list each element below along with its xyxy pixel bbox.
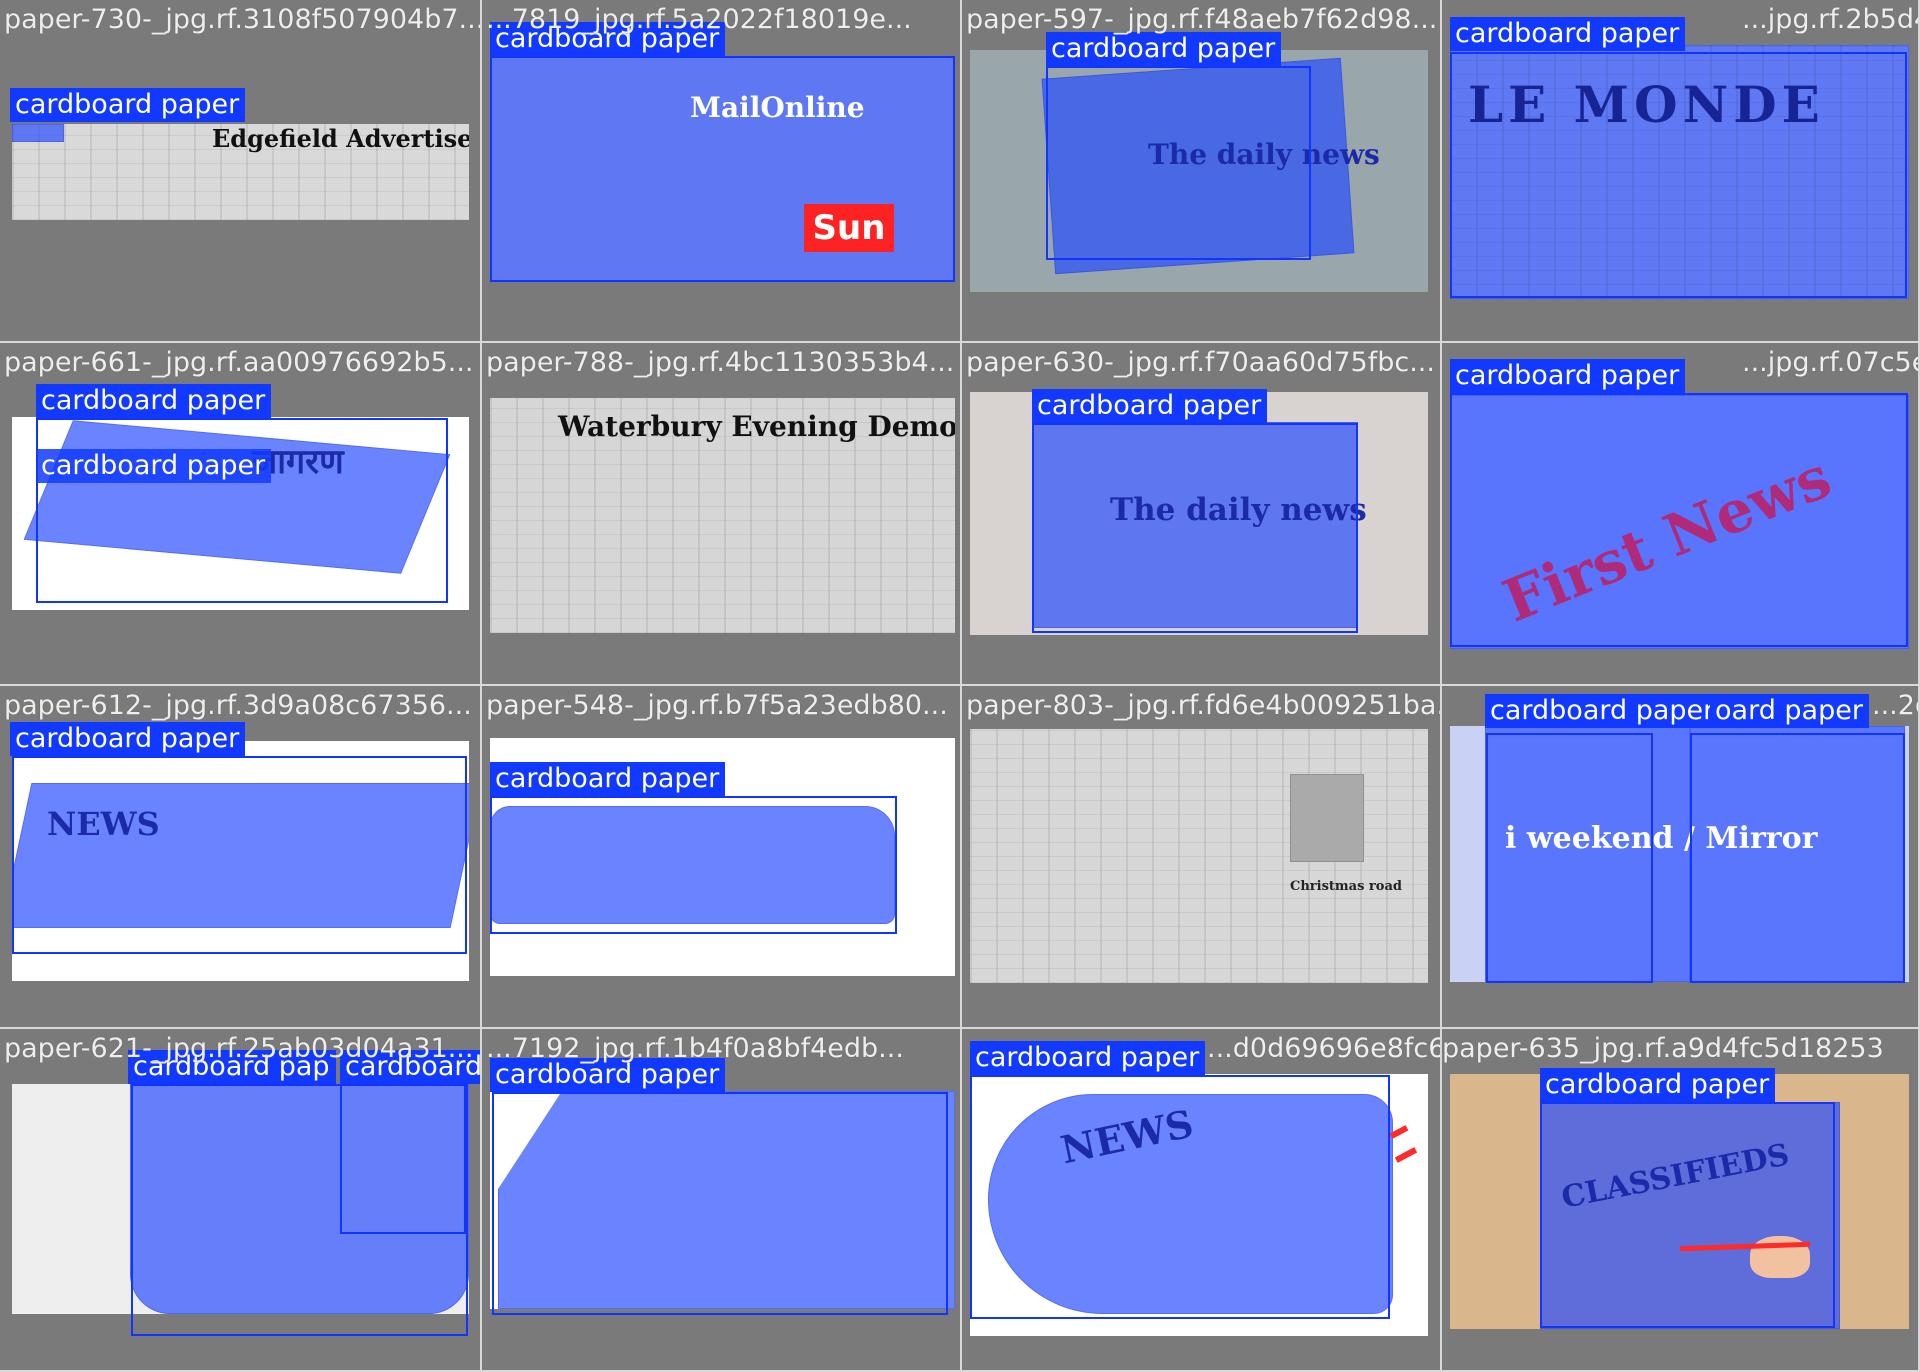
detection-box — [12, 756, 467, 954]
tile-2: ...7819_jpg.rf.5a2022f18019e... MailOnli… — [482, 0, 962, 343]
detection-label: cardboard paper — [36, 384, 272, 418]
newspaper-image: Edgefield Advertiser — [12, 124, 469, 220]
detection-box — [1032, 423, 1358, 633]
newspaper-image: Waterbury Evening Democrat — [490, 398, 955, 633]
tile-9: paper-612-_jpg.rf.3d9a08c67356... NEWS c… — [0, 686, 482, 1029]
detection-box — [1486, 733, 1653, 983]
tile-filename: ...jpg.rf.2b5d45140e2e — [1742, 4, 1918, 35]
tile-filename: paper-788-_jpg.rf.4bc1130353b4... — [486, 347, 955, 378]
tile-13: paper-621-_jpg.rf.25ab03d04a31... cardbo… — [0, 1029, 482, 1372]
tile-filename: ...jpg.rf.07c5ecfde8b7f — [1742, 347, 1918, 378]
detection-box — [490, 796, 897, 934]
tile-filename: paper-612-_jpg.rf.3d9a08c67356... — [4, 690, 472, 721]
tile-6: paper-788-_jpg.rf.4bc1130353b4... Waterb… — [482, 343, 962, 686]
detection-label: cardboard paper — [1450, 17, 1686, 51]
tile-4: ...jpg.rf.2b5d45140e2e LE MONDE cardboar… — [1442, 0, 1920, 343]
tile-filename: paper-803-_jpg.rf.fd6e4b009251ba... — [966, 690, 1442, 721]
detection-box-secondary — [1690, 733, 1905, 983]
tile-filename: paper-630-_jpg.rf.f70aa60d75fbc... — [966, 347, 1435, 378]
newspaper-photo — [1290, 774, 1364, 862]
tile-1: paper-730-_jpg.rf.3108f507904b7... Edgef… — [0, 0, 482, 343]
tile-filename: paper-597-_jpg.rf.f48aeb7f62d98... — [966, 4, 1438, 35]
tile-10: paper-548-_jpg.rf.b7f5a23edb80... cardbo… — [482, 686, 962, 1029]
red-mark — [1394, 1147, 1418, 1163]
tile-14: ...7192_jpg.rf.1b4f0a8bf4edb... cardboar… — [482, 1029, 962, 1372]
detection-box — [970, 1075, 1390, 1319]
detection-label: cardboard paper — [490, 762, 726, 796]
detection-label: cardboard paper — [1032, 389, 1268, 423]
tile-15: ...d0d69696e8fc6... NEWS cardboard paper — [962, 1029, 1442, 1372]
tile-3: paper-597-_jpg.rf.f48aeb7f62d98... The d… — [962, 0, 1442, 343]
detection-box — [1450, 393, 1908, 647]
detection-box-secondary — [340, 1084, 466, 1234]
detection-mosaic: paper-730-_jpg.rf.3108f507904b7... Edgef… — [0, 0, 1920, 1372]
tile-7: paper-630-_jpg.rf.f70aa60d75fbc... The d… — [962, 343, 1442, 686]
tile-16: paper-635_jpg.rf.a9d4fc5d18253 CLASSIFIE… — [1442, 1029, 1920, 1372]
tile-filename: ...d0d69696e8fc6... — [1207, 1033, 1440, 1064]
detection-box — [490, 56, 955, 282]
newspaper-image: Christmas road — [970, 729, 1428, 983]
tile-filename: paper-661-_jpg.rf.aa00976692b5... — [4, 347, 474, 378]
detection-label: cardboard paper — [1485, 694, 1721, 728]
tile-12: ...2d i weekend / Mirror cardboard paper… — [1442, 686, 1920, 1029]
detection-label-secondary: oard paper — [1710, 694, 1869, 728]
tile-filename: paper-621-_jpg.rf.25ab03d04a31... — [4, 1033, 474, 1064]
newspaper-title: Edgefield Advertiser — [212, 124, 469, 153]
detection-box — [1046, 66, 1311, 260]
detection-box — [1450, 52, 1907, 298]
detection-box — [1540, 1102, 1835, 1328]
tile-5: paper-661-_jpg.rf.aa00976692b5... जागरण … — [0, 343, 482, 686]
detection-label: cardboard paper — [970, 1041, 1206, 1075]
detection-box — [36, 418, 448, 603]
tile-8: ...jpg.rf.07c5ecfde8b7f First News cardb… — [1442, 343, 1920, 686]
detection-label: cardboard paper — [1450, 359, 1686, 393]
detection-box — [492, 1092, 948, 1315]
detection-label: cardboard paper — [10, 722, 246, 756]
tile-filename: ...7192_jpg.rf.1b4f0a8bf4edb... — [486, 1033, 904, 1064]
tile-filename: ...2d — [1872, 690, 1918, 721]
detection-label-secondary: cardboard paper — [36, 449, 272, 483]
newspaper-title: Christmas road — [1290, 879, 1402, 894]
tile-filename: ...7819_jpg.rf.5a2022f18019e... — [486, 4, 912, 35]
detection-label: cardboard paper — [1540, 1068, 1776, 1102]
newspaper-title: Waterbury Evening Democrat — [558, 410, 955, 443]
tile-filename: paper-548-_jpg.rf.b7f5a23edb80... — [486, 690, 948, 721]
tile-11: paper-803-_jpg.rf.fd6e4b009251ba... Chri… — [962, 686, 1442, 1029]
segmentation-mask — [12, 124, 64, 142]
tile-filename: paper-730-_jpg.rf.3108f507904b7... — [4, 4, 482, 35]
tile-filename: paper-635_jpg.rf.a9d4fc5d18253 — [1442, 1033, 1884, 1064]
detection-label: cardboard paper — [10, 88, 246, 122]
